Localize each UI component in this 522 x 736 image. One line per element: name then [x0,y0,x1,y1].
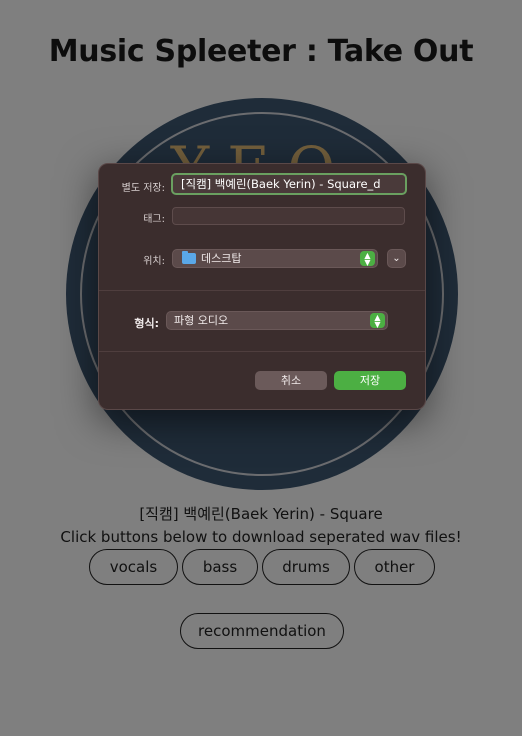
tags-label: 태그: [143,214,165,225]
where-label: 위치: [143,256,165,267]
folder-icon [182,251,196,264]
divider [99,290,425,291]
save-dialog: 별도 저장: [직캠] 백예린(Baek Yerin) - Square_d 태… [98,163,426,410]
location-select[interactable]: 데스크탑 ▲ ▼ [172,249,378,268]
tags-input[interactable] [172,207,405,225]
save-as-label: 별도 저장: [121,183,165,194]
location-value: 데스크탑 [201,252,242,265]
filename-input[interactable]: [직캠] 백예린(Baek Yerin) - Square_d [171,173,407,195]
save-button[interactable]: 저장 [334,371,406,390]
chevron-updown-icon: ▲ ▼ [370,313,385,328]
format-select[interactable]: 파형 오디오 ▲ ▼ [166,311,388,330]
divider [99,351,425,352]
expand-button[interactable]: ⌄ [387,249,406,268]
format-value: 파형 오디오 [174,314,229,327]
format-label: 형식: [134,317,159,330]
chevron-down-icon: ⌄ [392,253,401,264]
chevron-updown-icon: ▲ ▼ [360,251,375,266]
cancel-button[interactable]: 취소 [255,371,327,390]
